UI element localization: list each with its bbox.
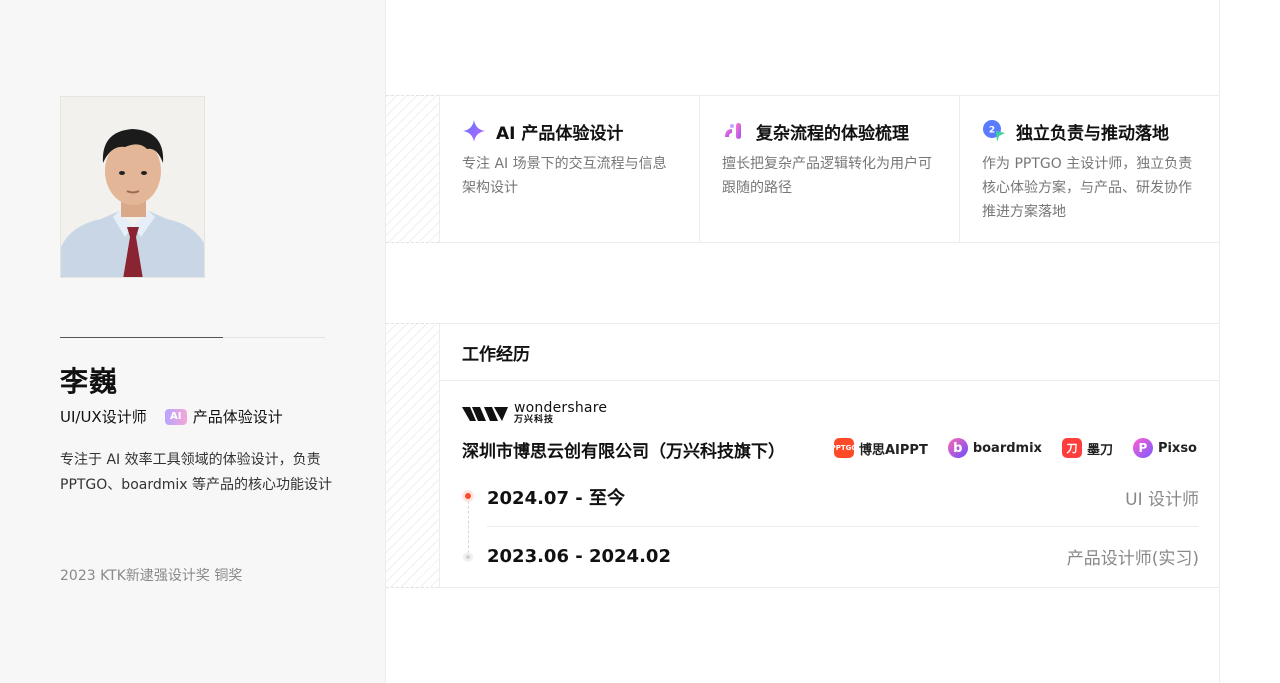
job-divider: [487, 526, 1199, 527]
modao-icon: 刀: [1061, 438, 1082, 458]
product-pptgo: PPTGO 博思AIPPT: [831, 438, 928, 458]
job-entry: 2023.06 - 2024.02 产品设计师(实习): [487, 544, 1199, 569]
profile-name: 李巍: [60, 365, 119, 398]
role-row: UI/UX设计师 AI 产品体验设计: [60, 406, 283, 427]
flow-icon: [722, 119, 746, 143]
right-border: [1219, 0, 1220, 683]
skill-desc: 专注 AI 场景下的交互流程与信息架构设计: [462, 156, 667, 196]
timeline-dot: [463, 552, 473, 562]
skill-title: AI 产品体验设计: [496, 123, 624, 144]
profile-bio: 专注于 AI 效率工具领域的体验设计，负责 PPTGO、boardmix 等产品…: [60, 452, 332, 493]
skill-card: AI 产品体验设计 专注 AI 场景下的交互流程与信息架构设计: [440, 96, 700, 242]
company-name: 深圳市博思云创有限公司（万兴科技旗下）: [462, 442, 785, 462]
skill-desc: 擅长把复杂产品逻辑转化为用户可跟随的路径: [722, 156, 932, 196]
boardmix-icon: b: [947, 438, 968, 458]
job-entry: 2024.07 - 至今 UI 设计师: [487, 485, 1199, 510]
award-text: 2023 KTK新逮强设计奖 铜奖: [60, 568, 243, 584]
skill-title: 复杂流程的体验梳理: [756, 123, 909, 144]
job-title: 产品设计师(实习): [1066, 548, 1199, 569]
logo-text-en: wondershare: [514, 400, 608, 416]
pptgo-icon: PPTGO: [831, 438, 857, 458]
job-date: 2023.06 - 2024.02: [487, 545, 671, 567]
pixso-icon: P: [1132, 438, 1153, 458]
product-modao: 刀 墨刀: [1061, 438, 1113, 458]
job-title: UI 设计师: [1125, 489, 1199, 510]
role-title: UI/UX设计师: [60, 408, 147, 426]
work-experience: 工作经历 wondershare 万兴科技 深圳市博思云创有限公司（万兴科技旗下…: [439, 323, 1219, 588]
skill-card: 复杂流程的体验梳理 擅长把复杂产品逻辑转化为用户可跟随的路径: [700, 96, 960, 242]
skills-row: AI 产品体验设计 专注 AI 场景下的交互流程与信息架构设计 复杂流程的体验梳…: [439, 95, 1219, 243]
skill-desc: 作为 PPTGO 主设计师，独立负责核心体验方案，与产品、研发协作推进方案落地: [982, 156, 1193, 220]
wondershare-mark-icon: [462, 407, 508, 421]
chat-icon: 2: [982, 119, 1006, 143]
sparkle-icon: [462, 119, 486, 143]
skill-title: 独立负责与推动落地: [1016, 123, 1169, 144]
divider: [60, 337, 325, 338]
timeline-line: [468, 496, 469, 558]
product-name: boardmix: [972, 440, 1042, 456]
timeline-dot-active: [462, 490, 474, 502]
product-name: 博思AIPPT: [858, 442, 928, 458]
product-name: Pixso: [1157, 440, 1197, 456]
job-date: 2024.07 - 至今: [487, 488, 625, 509]
ai-badge: AI: [164, 408, 187, 425]
skill-card: 2 独立负责与推动落地 作为 PPTGO 主设计师，独立负责核心体验方案，与产品…: [960, 96, 1219, 242]
hatch-decoration: [386, 95, 439, 243]
profile-photo: [60, 96, 205, 278]
product-name: 墨刀: [1086, 442, 1113, 458]
product-logos: PPTGO 博思AIPPT b boardmix 刀 墨刀 P Pixso: [814, 438, 1197, 458]
wondershare-logo: wondershare 万兴科技: [462, 400, 608, 426]
hatch-decoration: [386, 323, 439, 588]
specialty-label: 产品体验设计: [192, 408, 283, 426]
profile-panel: 李巍 UI/UX设计师 AI 产品体验设计 专注于 AI 效率工具领域的体验设计…: [0, 0, 386, 683]
section-title: 工作经历: [440, 324, 1219, 381]
svg-text:2: 2: [989, 126, 995, 136]
product-pixso: P Pixso: [1132, 438, 1197, 458]
product-boardmix: b boardmix: [947, 438, 1042, 458]
